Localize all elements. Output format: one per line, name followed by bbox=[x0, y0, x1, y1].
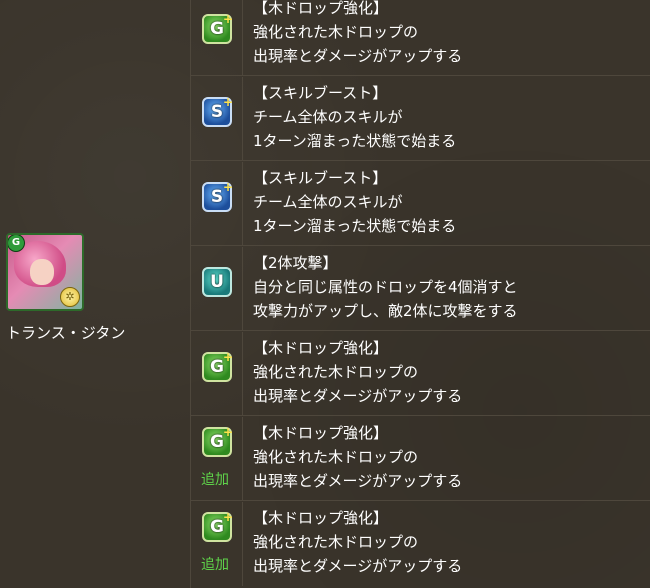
icon-cell: G + 追加 bbox=[191, 417, 243, 500]
awakening-text: 【木ドロップ強化】 強化された木ドロップの 出現率とダメージがアップする bbox=[253, 336, 650, 408]
awakening-desc-line1: 自分と同じ属性のドロップを4個消すと bbox=[253, 278, 518, 296]
icon-cell: U bbox=[191, 247, 243, 330]
character-portrait[interactable]: G ✲ bbox=[6, 233, 84, 311]
awakening-text: 【木ドロップ強化】 強化された木ドロップの 出現率とダメージがアップする bbox=[253, 506, 650, 578]
wood-attribute-icon: G bbox=[8, 235, 25, 252]
awakening-desc-line1: 強化された木ドロップの bbox=[253, 533, 419, 551]
icon-cell: G + 追加 bbox=[191, 502, 243, 586]
added-label: 追加 bbox=[201, 557, 229, 573]
awakening-text: 【木ドロップ強化】 強化された木ドロップの 出現率とダメージがアップする bbox=[253, 421, 650, 493]
awakening-desc-line1: 強化された木ドロップの bbox=[253, 363, 419, 381]
skill-boost-icon[interactable]: S + bbox=[202, 180, 233, 212]
awakening-row: G + 追加 【木ドロップ強化】 強化された木ドロップの 出現率とダメージがアップ… bbox=[191, 417, 650, 501]
awakening-text: 【木ドロップ強化】 強化された木ドロップの 出現率とダメージがアップする bbox=[253, 0, 650, 68]
awakening-title: 【木ドロップ強化】 bbox=[253, 339, 389, 357]
awakening-row: S + 【スキルブースト】 チーム全体のスキルが 1ターン溜まった状態で始まる bbox=[191, 77, 650, 161]
awakening-row: S + 【スキルブースト】 チーム全体のスキルが 1ターン溜まった状態で始まる bbox=[191, 162, 650, 246]
awakening-desc-line2: 出現率とダメージがアップする bbox=[253, 472, 463, 490]
awakening-title: 【木ドロップ強化】 bbox=[253, 509, 389, 527]
awakening-desc-line2: 1ターン溜まった状態で始まる bbox=[253, 217, 457, 235]
character-column: G ✲ トランス・ジタン bbox=[0, 0, 190, 588]
awakening-row: G + 追加 【木ドロップ強化】 強化された木ドロップの 出現率とダメージがアップ… bbox=[191, 502, 650, 586]
wood-drop-enhance-icon[interactable]: G + bbox=[202, 510, 233, 542]
awakening-table: G + 【木ドロップ強化】 強化された木ドロップの 出現率とダメージがアップする … bbox=[190, 0, 650, 588]
wood-drop-enhance-icon[interactable]: G + bbox=[202, 12, 233, 44]
skill-boost-icon[interactable]: S + bbox=[202, 95, 233, 127]
awakening-title: 【木ドロップ強化】 bbox=[253, 424, 389, 442]
awakening-desc-line1: チーム全体のスキルが bbox=[253, 193, 403, 211]
awakening-desc-line1: チーム全体のスキルが bbox=[253, 108, 403, 126]
wood-drop-enhance-icon[interactable]: G + bbox=[202, 425, 233, 457]
awakening-desc-line2: 1ターン溜まった状態で始まる bbox=[253, 132, 457, 150]
character-name[interactable]: トランス・ジタン bbox=[6, 322, 125, 343]
wood-drop-enhance-icon[interactable]: G + bbox=[202, 350, 233, 382]
awakening-desc-line2: 攻撃力がアップし、敵2体に攻撃をする bbox=[253, 302, 518, 320]
awakening-desc-line1: 強化された木ドロップの bbox=[253, 23, 419, 41]
awakening-row: U 【2体攻撃】 自分と同じ属性のドロップを4個消すと 攻撃力がアップし、敵2体… bbox=[191, 247, 650, 331]
awakening-title: 【木ドロップ強化】 bbox=[253, 0, 389, 17]
two-pronged-attack-icon[interactable]: U bbox=[202, 267, 232, 297]
icon-cell: S + bbox=[191, 162, 243, 245]
awakening-text: 【スキルブースト】 チーム全体のスキルが 1ターン溜まった状態で始まる bbox=[253, 81, 650, 153]
awakening-row: G + 【木ドロップ強化】 強化された木ドロップの 出現率とダメージがアップする bbox=[191, 332, 650, 416]
awakening-desc-line2: 出現率とダメージがアップする bbox=[253, 557, 463, 575]
awakening-title: 【スキルブースト】 bbox=[253, 84, 388, 102]
star-badge-icon: ✲ bbox=[60, 287, 80, 307]
awakening-row: G + 【木ドロップ強化】 強化された木ドロップの 出現率とダメージがアップする bbox=[191, 0, 650, 76]
awakening-text: 【2体攻撃】 自分と同じ属性のドロップを4個消すと 攻撃力がアップし、敵2体に攻… bbox=[253, 251, 650, 323]
added-label: 追加 bbox=[201, 472, 229, 488]
awakening-desc-line2: 出現率とダメージがアップする bbox=[253, 387, 463, 405]
portrait-face bbox=[30, 259, 54, 285]
awakening-title: 【2体攻撃】 bbox=[253, 254, 338, 272]
icon-cell: G + bbox=[191, 0, 243, 75]
icon-cell: G + bbox=[191, 332, 243, 415]
awakening-text: 【スキルブースト】 チーム全体のスキルが 1ターン溜まった状態で始まる bbox=[253, 166, 650, 238]
icon-cell: S + bbox=[191, 77, 243, 160]
awakening-desc-line1: 強化された木ドロップの bbox=[253, 448, 419, 466]
awakening-title: 【スキルブースト】 bbox=[253, 169, 388, 187]
awakening-desc-line2: 出現率とダメージがアップする bbox=[253, 47, 463, 65]
